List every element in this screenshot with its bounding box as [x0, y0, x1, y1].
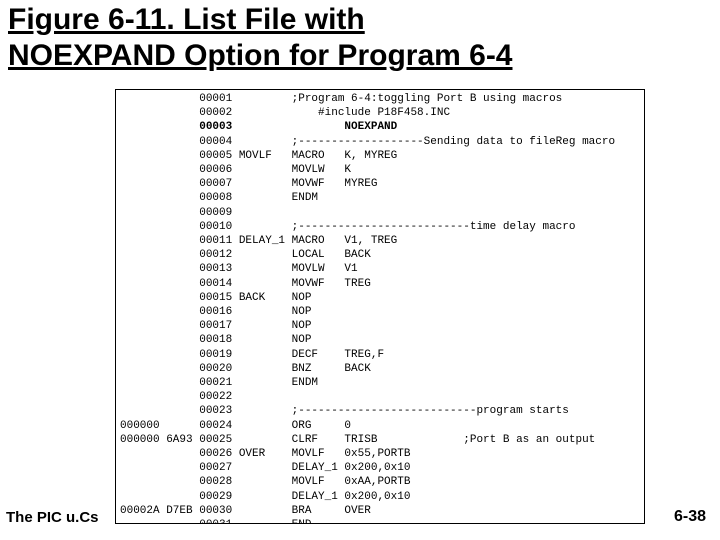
source-listing: 00001 ;Program 6-4:toggling Port B using… — [116, 90, 644, 524]
figure-title: Figure 6-11. List File with NOEXPAND Opt… — [8, 2, 708, 74]
title-line-2: NOEXPAND Option for Program 6-4 — [8, 39, 513, 72]
title-line-1: Figure 6-11. List File with — [8, 3, 365, 36]
footer-left: The PIC u.Cs — [6, 509, 99, 526]
listing-box: 00001 ;Program 6-4:toggling Port B using… — [115, 89, 645, 524]
page-number: 6-38 — [674, 508, 706, 526]
